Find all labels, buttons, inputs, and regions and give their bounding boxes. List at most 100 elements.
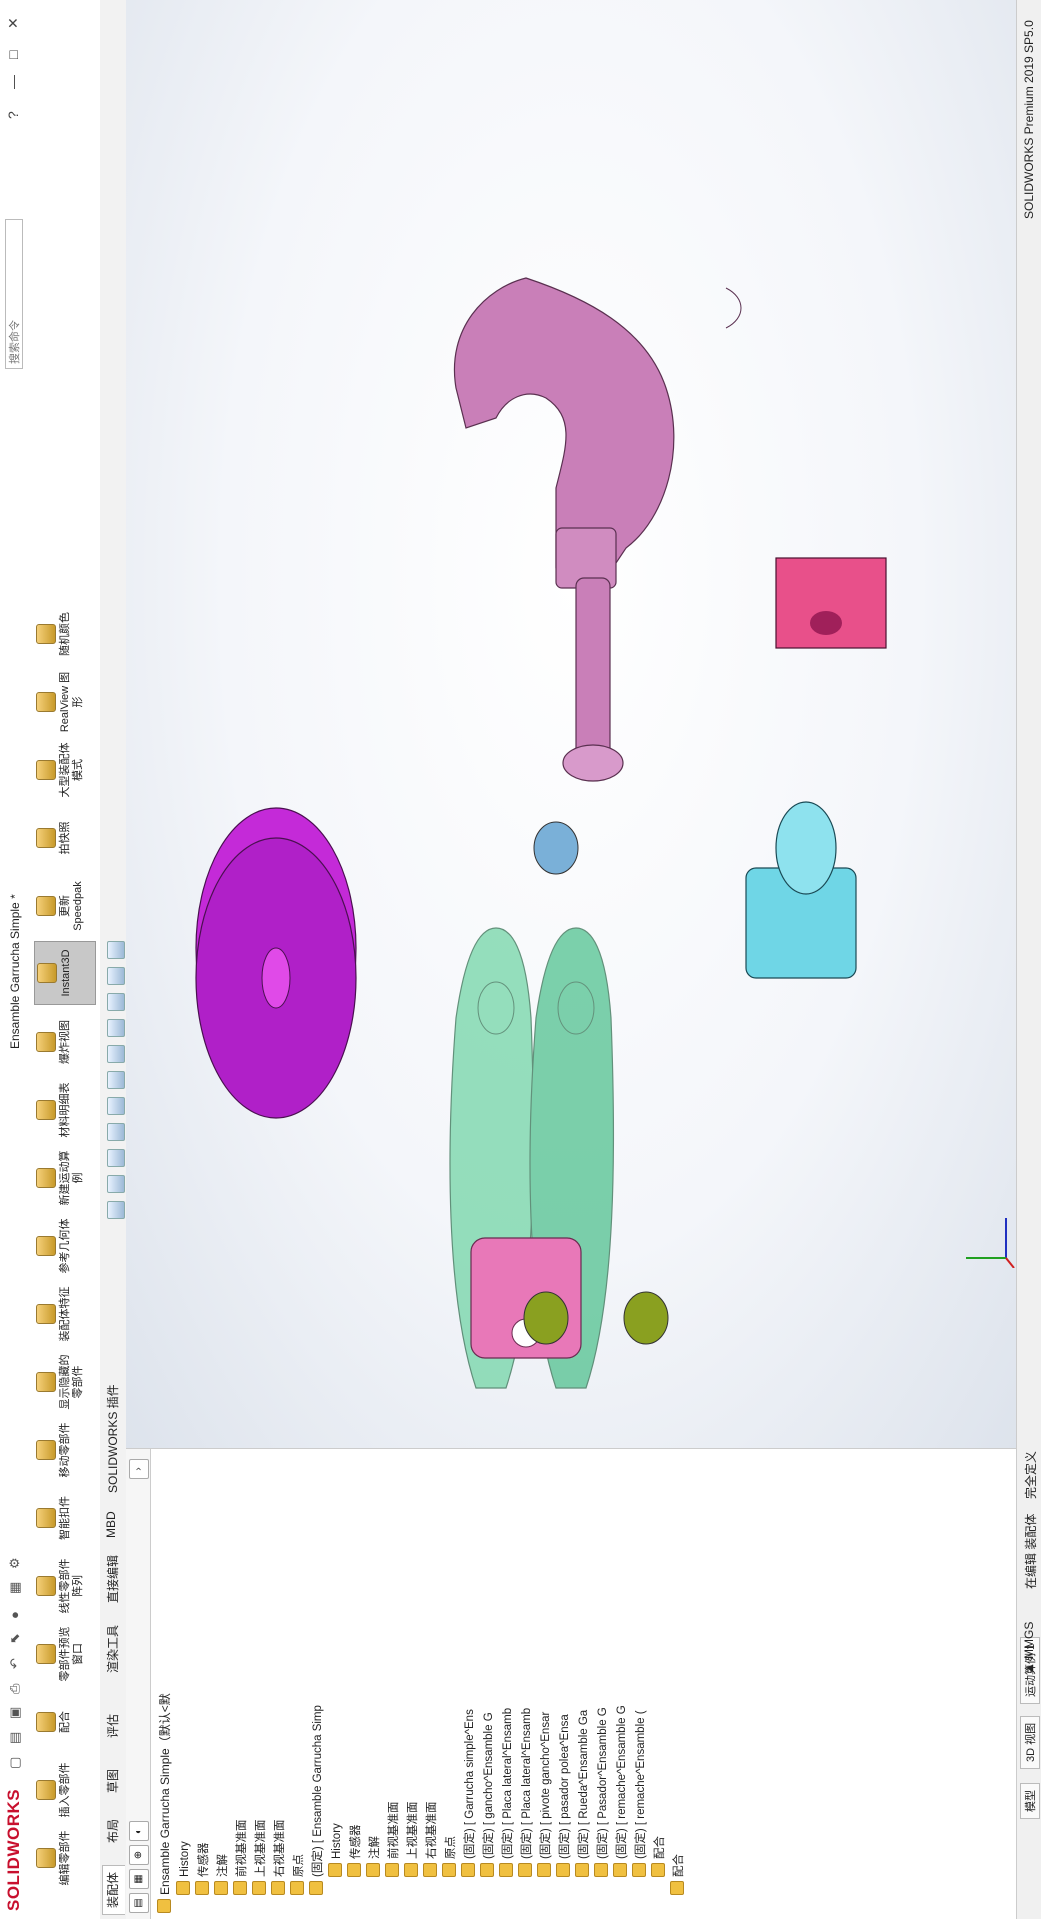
ribbon-button-linear-pattern[interactable]: 线性零部件阵列 (34, 1555, 94, 1617)
help-icon[interactable]: ? (5, 111, 21, 119)
previous-view-icon[interactable] (107, 1149, 125, 1167)
ribbon-button-insert-component[interactable]: 插入零部件 (34, 1759, 94, 1821)
tree-item[interactable]: 传感器 (195, 1842, 213, 1895)
dynamic-annotation-icon[interactable] (107, 1097, 125, 1115)
property-manager-tab-icon[interactable]: ▦ (129, 1869, 149, 1889)
save-icon[interactable]: ▣ (7, 1707, 23, 1719)
apply-scene-icon[interactable] (107, 967, 125, 985)
ribbon-button-move-component[interactable]: 移动零部件 (34, 1419, 94, 1481)
tree-item[interactable]: History (176, 1841, 194, 1895)
tree-item[interactable]: History (328, 1823, 346, 1877)
tree-item[interactable]: (固定) [ Garrucha simple^Ens (461, 1709, 479, 1877)
pasador-pin-part[interactable] (745, 801, 857, 979)
ribbon-button-component-preview[interactable]: 零部件预览窗口 (34, 1623, 94, 1685)
select-icon[interactable]: ⬉ (7, 1633, 23, 1644)
tree-item[interactable]: 注解 (366, 1836, 384, 1877)
edit-appearance-icon[interactable] (107, 993, 125, 1011)
ribbon-button-edit-component[interactable]: 编辑零部件 (34, 1827, 94, 1889)
expand-panel-icon[interactable]: › (129, 1459, 149, 1479)
tree-item[interactable]: (固定) [ Pasador^Ensamble G (594, 1707, 612, 1877)
ribbon-button-smart-fastener[interactable]: 智能扣件 (34, 1487, 94, 1549)
section-view-icon[interactable] (107, 1123, 125, 1141)
view-settings-icon[interactable] (107, 941, 125, 959)
ribbon-button-speedpak[interactable]: 更新 Speedpak (34, 875, 94, 937)
tree-item[interactable]: 配合 (651, 1836, 669, 1877)
tab-5[interactable]: 直接编辑 (104, 1549, 121, 1609)
hook-part[interactable] (453, 277, 742, 782)
configuration-tab-icon[interactable]: ⊕ (129, 1845, 149, 1865)
maximize-icon[interactable]: □ (5, 51, 21, 59)
tab-0[interactable]: 装配体 (102, 1864, 125, 1915)
tree-item[interactable]: 右视基准面 (423, 1802, 441, 1877)
pulley-wheel-part[interactable] (195, 807, 357, 1119)
tab-6[interactable]: MBD (104, 1505, 118, 1544)
tree-item[interactable]: (固定) [ pivote gancho^Ensar (537, 1712, 555, 1877)
tree-item[interactable]: 传感器 (347, 1825, 365, 1877)
tree-item[interactable]: (固定) [ gancho^Ensamble G (480, 1712, 498, 1877)
close-icon[interactable]: ✕ (5, 17, 22, 29)
ribbon-button-show-hidden[interactable]: 显示隐藏的零部件 (34, 1351, 94, 1413)
ribbon-button-snapshot[interactable]: 拍快照 (34, 807, 94, 869)
tree-item[interactable]: 右视基准面 (271, 1820, 289, 1895)
ribbon-button-realview[interactable]: RealView 图形 (34, 671, 94, 733)
tree-item-label: 传感器 (198, 1842, 210, 1878)
tree-item[interactable]: (固定) [ remache^Ensamble ( (632, 1710, 650, 1877)
reference-geometry-icon (36, 1236, 56, 1256)
display-style-icon[interactable] (107, 1045, 125, 1063)
undo-icon[interactable]: ↶ (7, 1658, 23, 1669)
file-properties-icon[interactable]: ▦ (7, 1582, 23, 1594)
open-file-icon[interactable]: ▤ (7, 1732, 23, 1744)
tree-item[interactable]: 配合 (670, 1854, 688, 1895)
tab-2[interactable]: 草图 (104, 1763, 121, 1799)
solidworks-logo[interactable]: SOLIDWORKS (4, 1789, 24, 1911)
ribbon-button-new-motion-study[interactable]: 新建运动算例 (34, 1147, 94, 1209)
rebuild-icon[interactable]: ● (7, 1611, 22, 1619)
units-selector[interactable]: MMGS (1022, 1622, 1036, 1659)
tab-1[interactable]: 布局 (104, 1813, 121, 1849)
view-orientation-icon[interactable] (107, 1071, 125, 1089)
minimize-icon[interactable]: — (5, 75, 21, 89)
zoom-area-icon[interactable] (107, 1175, 125, 1193)
tab-7[interactable]: SOLIDWORKS 插件 (104, 1378, 121, 1499)
tab-3[interactable]: 评估 (104, 1708, 121, 1744)
tree-item[interactable]: (固定) [ Placa lateral^Ensamb (499, 1708, 517, 1877)
options-icon[interactable]: ⚙ (7, 1557, 23, 1569)
tree-root[interactable]: Ensamble Garrucha Simple（默认<默 (156, 1693, 173, 1913)
model-tab[interactable]: 模型 (1020, 1783, 1040, 1819)
tree-item[interactable]: 前视基准面 (385, 1802, 403, 1877)
3d-views-tab[interactable]: 3D 视图 (1020, 1715, 1040, 1769)
tree-item[interactable]: (固定) [ Rueda^Ensamble Ga (575, 1710, 593, 1877)
ribbon-button-label: 装配体特征 (59, 1286, 71, 1342)
tree-item[interactable]: 前视基准面 (233, 1820, 251, 1895)
tree-item[interactable]: 上视基准面 (404, 1801, 422, 1877)
ribbon-button-random-color[interactable]: 随机颜色 (34, 603, 94, 665)
graphics-area[interactable] (126, 0, 1016, 1448)
pivot-block-part[interactable] (775, 557, 887, 649)
search-commands-input[interactable]: 搜索命令 (5, 219, 23, 369)
tree-item[interactable]: 原点 (290, 1854, 308, 1895)
display-manager-tab-icon[interactable]: ◐ (129, 1821, 149, 1841)
ribbon-button-reference-geometry[interactable]: 参考几何体 (34, 1215, 94, 1277)
tree-item-label: 上视基准面 (407, 1801, 419, 1860)
feature-tree-tab-icon[interactable]: ▤ (129, 1893, 149, 1913)
tree-item[interactable]: 原点 (442, 1836, 460, 1877)
tree-item[interactable]: (固定) [ Ensamble Garrucha Simp (309, 1705, 327, 1895)
ribbon-button-mate[interactable]: 配合 (34, 1691, 94, 1753)
print-icon[interactable]: ⎙ (7, 1684, 23, 1694)
ribbon-button-large-assembly[interactable]: 大型装配体模式 (34, 739, 94, 801)
units-arrow-icon[interactable]: ▲ (1022, 1662, 1036, 1674)
tree-item[interactable]: 上视基准面 (252, 1820, 270, 1895)
new-file-icon[interactable]: ▢ (7, 1757, 23, 1769)
hide-show-items-icon[interactable] (107, 1019, 125, 1037)
shackle-part[interactable] (470, 1237, 582, 1359)
tab-4[interactable]: 渲染工具 (104, 1619, 121, 1679)
tree-item[interactable]: (固定) [ Placa lateral^Ensamb (518, 1708, 536, 1877)
tree-item[interactable]: (固定) [ remache^Ensamble G (613, 1705, 631, 1877)
ribbon-button-bom[interactable]: 材料明细表 (34, 1079, 94, 1141)
ribbon-button-exploded-view[interactable]: 爆炸视图 (34, 1011, 94, 1073)
zoom-to-fit-icon[interactable] (107, 1201, 125, 1219)
tree-item[interactable]: (固定) [ pasador polea^Ensa (556, 1714, 574, 1877)
tree-item[interactable]: 注解 (214, 1854, 232, 1895)
ribbon-button-assembly-feature[interactable]: 装配体特征 (34, 1283, 94, 1345)
ribbon-button-instant3d[interactable]: Instant3D (34, 941, 96, 1005)
